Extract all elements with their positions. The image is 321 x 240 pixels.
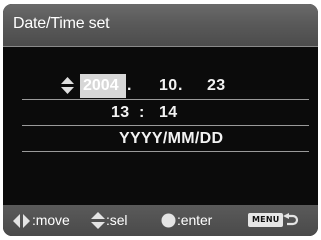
year-value[interactable]: 2004 (83, 77, 119, 95)
up-down-arrows-icon (91, 212, 105, 229)
center-button-icon (161, 213, 176, 228)
footer-bar: :move :sel :enter MENU (3, 205, 318, 236)
month-value[interactable]: 10 (159, 77, 177, 95)
move-hint: :move (32, 212, 70, 228)
month-separator: . (178, 77, 183, 94)
hour-value[interactable]: 13 (111, 104, 129, 122)
up-down-arrows-icon (60, 77, 75, 94)
page-title: Date/Time set (13, 15, 110, 32)
divider (22, 99, 309, 100)
divider (22, 151, 309, 152)
return-icon (283, 213, 299, 227)
left-right-arrows-icon (13, 214, 30, 228)
camera-menu-screen: Date/Time set 2004 . 10 . 23 13 : 14 YYY… (3, 4, 318, 236)
enter-hint: :enter (177, 212, 213, 228)
time-separator: : (139, 104, 145, 121)
divider (22, 125, 309, 126)
day-value[interactable]: 23 (207, 77, 225, 95)
year-separator: . (127, 77, 132, 94)
menu-button-badge: MENU (248, 213, 284, 227)
title-bar: Date/Time set (3, 4, 318, 47)
select-hint: :sel (106, 212, 128, 228)
minute-value[interactable]: 14 (159, 104, 177, 122)
date-format-value[interactable]: YYYY/MM/DD (119, 130, 223, 148)
